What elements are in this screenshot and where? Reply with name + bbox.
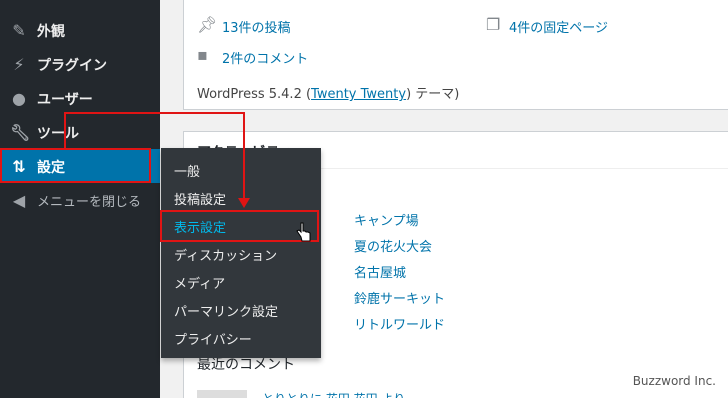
annotation-line xyxy=(64,113,66,149)
submenu-label: 投稿設定 xyxy=(174,193,227,208)
wp-version-text: WordPress 5.4.2 (Twenty Twenty) テーマ) xyxy=(197,83,459,102)
submenu-item-discussion[interactable]: ディスカッション xyxy=(161,239,321,267)
paintbrush-icon: ✎ xyxy=(12,21,26,40)
watermark: Buzzword Inc. xyxy=(632,374,716,388)
activity-post-link[interactable]: キャンプ場 xyxy=(354,210,419,229)
sidebar-item-label: 外観 xyxy=(37,24,65,40)
submenu-item-media[interactable]: メディア xyxy=(161,267,321,295)
sidebar-item-label: ツール xyxy=(37,126,79,142)
annotation-arrowhead xyxy=(238,198,250,208)
at-a-glance-panel: 📌︎ 13件の投稿 ❐ 4件の固定ページ ▪ 2件のコメント WordPress… xyxy=(183,0,728,110)
version-suffix: ) テーマ) xyxy=(406,87,460,102)
posts-count-link[interactable]: 13件の投稿 xyxy=(222,17,291,36)
annotation-line xyxy=(64,112,245,114)
sidebar-item-tools[interactable]: 🔧︎ ツール xyxy=(0,115,160,149)
annotation-line xyxy=(243,112,245,200)
user-icon: ● xyxy=(12,89,26,108)
plugin-icon: ⚡ xyxy=(13,55,25,74)
submenu-label: メディア xyxy=(174,277,226,292)
comments-count-link[interactable]: 2件のコメント xyxy=(222,48,308,67)
sidebar-item-label: メニューを閉じる xyxy=(37,195,142,210)
activity-post-link[interactable]: 名古屋城 xyxy=(354,262,406,281)
admin-sidebar: ✎ 外観 ⚡ プラグイン ● ユーザー 🔧︎ ツール ⇅ 設定 ◀ メニューを閉… xyxy=(0,0,160,398)
theme-link[interactable]: Twenty Twenty xyxy=(311,87,406,102)
submenu-label: パーマリンク設定 xyxy=(174,305,279,320)
collapse-icon: ◀ xyxy=(12,191,26,210)
sidebar-item-appearance[interactable]: ✎ 外観 xyxy=(0,13,160,47)
comment-icon: ▪ xyxy=(197,45,208,64)
activity-post-link[interactable]: 夏の花火大会 xyxy=(354,236,432,255)
avatar xyxy=(197,390,247,398)
activity-post-link[interactable]: リトルワールド xyxy=(354,314,445,333)
annotation-box-settings xyxy=(0,148,151,183)
activity-post-link[interactable]: 鈴鹿サーキット xyxy=(354,288,445,307)
pages-icon: ❐ xyxy=(486,15,501,34)
submenu-label: ディスカッション xyxy=(174,249,278,264)
pages-count-link[interactable]: 4件の固定ページ xyxy=(509,17,608,36)
pin-icon: 📌︎ xyxy=(197,15,218,34)
sidebar-item-plugins[interactable]: ⚡ プラグイン xyxy=(0,47,160,81)
submenu-label: プライバシー xyxy=(174,333,252,348)
sidebar-item-users[interactable]: ● ユーザー xyxy=(0,81,160,115)
hand-cursor-icon xyxy=(296,222,311,242)
submenu-item-privacy[interactable]: プライバシー xyxy=(161,323,321,351)
settings-submenu: 一般 投稿設定 表示設定 ディスカッション メディア パーマリンク設定 プライバ… xyxy=(161,148,321,358)
submenu-item-general[interactable]: 一般 xyxy=(161,155,321,183)
sidebar-item-label: ユーザー xyxy=(37,92,93,108)
submenu-label: 一般 xyxy=(174,165,201,180)
sidebar-item-label: プラグイン xyxy=(37,58,107,74)
comment-author-link[interactable]: とりとりに 花田 花田 より xyxy=(262,390,405,398)
collapse-menu-button[interactable]: ◀ メニューを閉じる xyxy=(0,183,160,217)
submenu-item-permalink[interactable]: パーマリンク設定 xyxy=(161,295,321,323)
version-text: WordPress 5.4.2 ( xyxy=(197,87,312,102)
wrench-icon: 🔧︎ xyxy=(10,123,31,142)
